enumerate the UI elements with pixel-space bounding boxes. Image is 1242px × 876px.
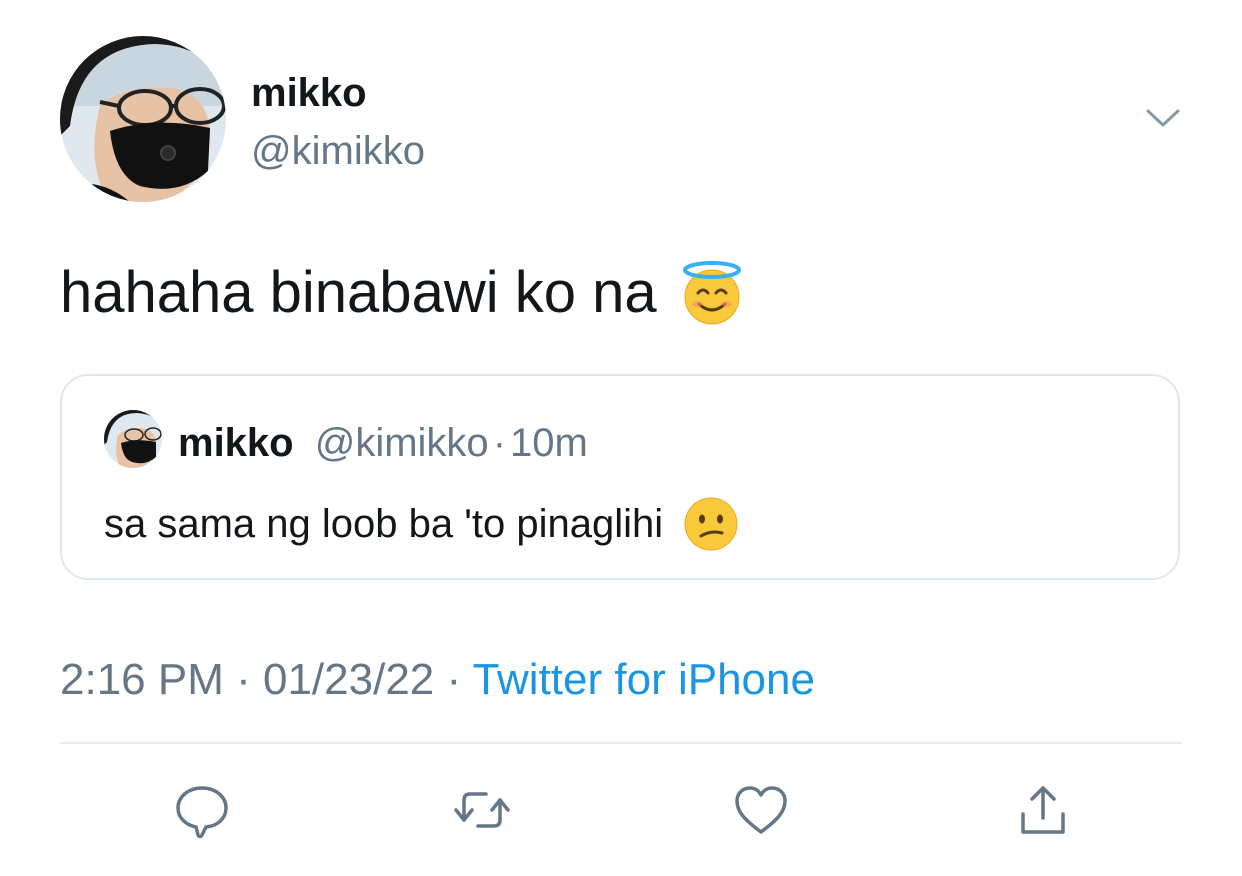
heart-icon (735, 786, 787, 834)
like-button[interactable] (731, 780, 791, 840)
tweet-menu-button[interactable] (1142, 100, 1184, 136)
quoted-separator: · (492, 421, 507, 465)
chevron-down-icon (1146, 109, 1180, 127)
retweet-icon (454, 792, 510, 828)
quoted-tweet-header: mikko @kimikko · 10m (178, 420, 588, 466)
quoted-author-handle: @kimikko (314, 421, 489, 465)
reply-button[interactable] (172, 780, 232, 840)
tweet-time[interactable]: 2:16 PM (60, 655, 224, 704)
tweet-text-content: hahaha binabawi ko na (60, 260, 657, 325)
actions-divider (60, 742, 1182, 744)
author-name[interactable]: mikko (251, 70, 367, 116)
share-icon (1021, 786, 1065, 834)
quoted-time-ago: 10m (510, 421, 588, 465)
smiling-face-with-halo-icon (682, 261, 741, 325)
confused-face-icon (684, 497, 738, 551)
quoted-author-avatar (104, 410, 162, 468)
tweet-source-link[interactable]: Twitter for iPhone (473, 655, 815, 704)
tweet-text: hahaha binabawi ko na (60, 260, 745, 326)
quoted-avatar-image (104, 410, 162, 468)
author-handle[interactable]: @kimikko (251, 128, 425, 174)
comment-icon (176, 786, 228, 839)
meta-separator: · (434, 655, 473, 704)
quoted-tweet-text-content: sa sama ng loob ba 'to pinaglihi (104, 502, 664, 546)
meta-separator: · (223, 655, 263, 704)
tweet-date[interactable]: 01/23/22 (263, 655, 434, 704)
quoted-tweet-card[interactable]: mikko @kimikko · 10m sa sama ng loob ba 't… (60, 374, 1180, 580)
share-button[interactable] (1013, 780, 1073, 840)
tweet-meta: 2:16 PM · 01/23/22 · Twitter for iPhone (60, 654, 815, 706)
author-avatar[interactable] (60, 36, 226, 202)
quoted-author-name: mikko (178, 421, 294, 465)
avatar-image (60, 36, 226, 202)
retweet-button[interactable] (452, 780, 512, 840)
quoted-tweet-text: sa sama ng loob ba 'to pinaglihi (104, 496, 739, 552)
